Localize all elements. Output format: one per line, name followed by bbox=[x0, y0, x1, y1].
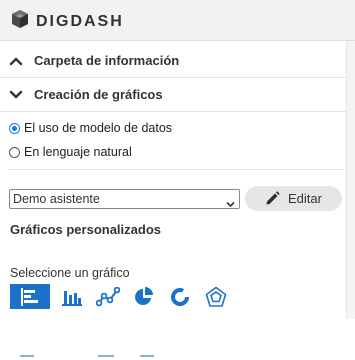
next-row-partial bbox=[20, 355, 260, 360]
pie-chart-icon[interactable] bbox=[130, 284, 158, 309]
chevron-down-icon bbox=[226, 195, 235, 213]
chevron-up-icon bbox=[8, 56, 24, 66]
chevron-down-icon bbox=[8, 90, 24, 100]
radio-modelo-datos[interactable]: El uso de modelo de datos bbox=[9, 121, 172, 135]
section-title: Carpeta de información bbox=[34, 53, 180, 68]
section-title: Creación de gráficos bbox=[34, 87, 163, 102]
custom-charts-heading: Gráficos personalizados bbox=[10, 222, 161, 237]
radio-label: En lenguaje natural bbox=[24, 145, 132, 159]
logo-text: DIGDASH bbox=[36, 12, 124, 30]
divider bbox=[8, 169, 344, 170]
chart-type-list bbox=[10, 284, 238, 309]
cube-icon bbox=[10, 9, 30, 34]
donut-chart-icon[interactable] bbox=[166, 284, 194, 309]
line-chart-icon[interactable] bbox=[94, 284, 122, 309]
select-chart-label: Seleccione un gráfico bbox=[10, 266, 130, 280]
radio-button[interactable] bbox=[9, 122, 20, 134]
radio-button[interactable] bbox=[9, 146, 20, 158]
assistant-select-value: Demo asistente bbox=[13, 192, 100, 206]
pencil-icon bbox=[265, 191, 280, 206]
section-header-creacion[interactable]: Creación de gráficos bbox=[0, 78, 347, 112]
app-logo[interactable]: DIGDASH bbox=[10, 9, 124, 34]
scrollbar[interactable] bbox=[346, 41, 355, 319]
section-header-carpeta[interactable]: Carpeta de información bbox=[0, 44, 347, 78]
radar-chart-icon[interactable] bbox=[202, 284, 230, 309]
top-bar: DIGDASH bbox=[0, 0, 355, 41]
horizontal-bar-chart-icon[interactable] bbox=[10, 284, 50, 309]
side-panel: Carpeta de información Creación de gráfi… bbox=[0, 41, 347, 357]
radio-lenguaje-natural[interactable]: En lenguaje natural bbox=[9, 145, 132, 159]
assistant-select[interactable]: Demo asistente bbox=[9, 189, 240, 209]
edit-button[interactable]: Editar bbox=[245, 186, 342, 211]
bar-chart-icon[interactable] bbox=[58, 284, 86, 309]
radio-label: El uso de modelo de datos bbox=[24, 121, 173, 135]
edit-button-label: Editar bbox=[288, 191, 322, 206]
